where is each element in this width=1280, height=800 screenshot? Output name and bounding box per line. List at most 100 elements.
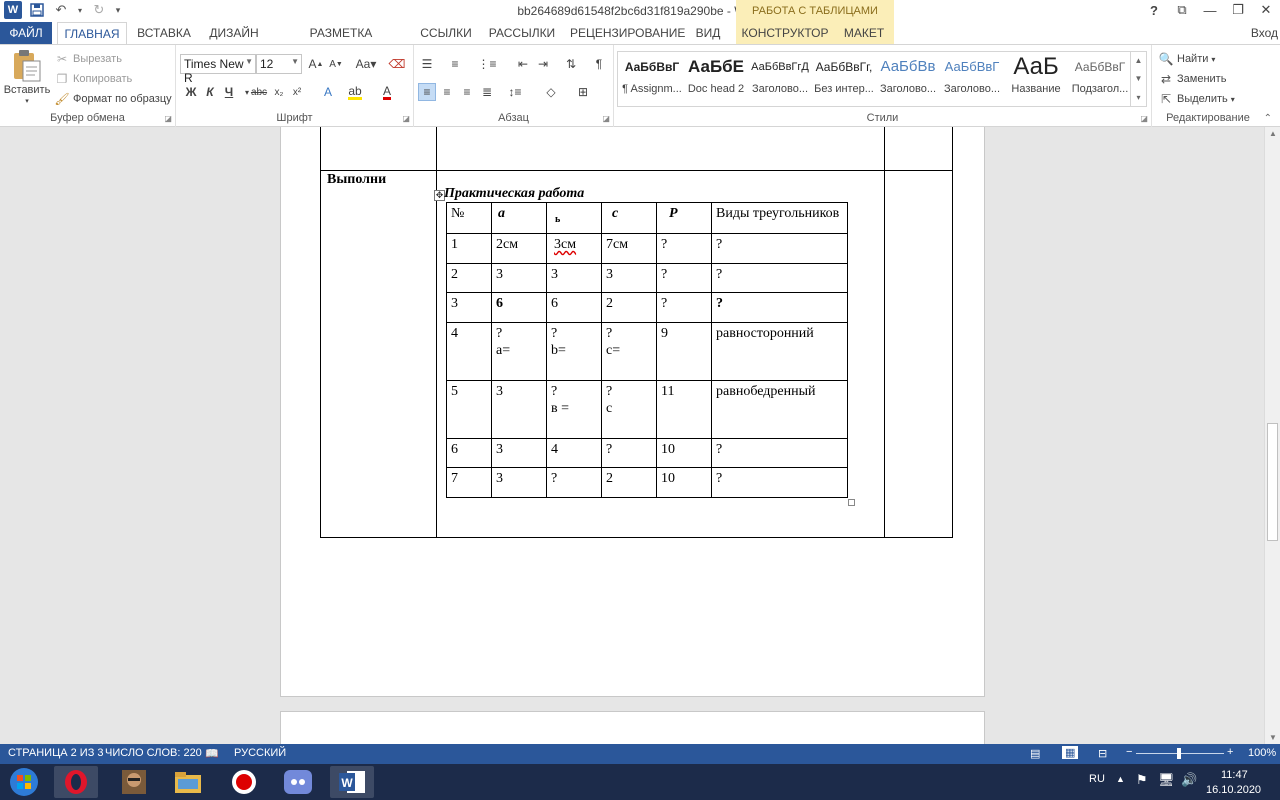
more-styles-icon[interactable]: ▾	[1136, 93, 1140, 102]
grow-font-icon[interactable]: A ▲	[307, 55, 325, 73]
align-center-icon[interactable]: ≡	[438, 83, 456, 101]
table-cell[interactable]: ?	[711, 467, 848, 498]
find-button[interactable]: 🔍 Найти ▾	[1158, 51, 1216, 67]
tab-home[interactable]: ГЛАВНАЯ	[57, 22, 127, 44]
zoom-out-icon[interactable]: −	[1126, 746, 1132, 758]
practical-work-heading[interactable]: Практическая работа	[444, 186, 584, 202]
print-layout-icon[interactable]: ▦	[1062, 746, 1079, 759]
bold-button[interactable]: Ж	[182, 83, 200, 101]
table-cell[interactable]: 4	[446, 322, 492, 381]
table-cell[interactable]: ?	[656, 263, 712, 293]
table-header-cell[interactable]: Виды треугольников	[711, 202, 848, 234]
italic-button[interactable]: К	[201, 83, 219, 101]
copy-button[interactable]: ❐ Копировать	[54, 71, 133, 87]
tab-design[interactable]: ДИЗАЙН	[203, 22, 265, 44]
paste-button[interactable]: Вставить ▾	[4, 49, 50, 105]
table-cell[interactable]: 4	[546, 438, 602, 468]
cut-button[interactable]: ✂ Вырезать	[54, 51, 122, 67]
table-cell[interactable]: 7см	[601, 233, 657, 264]
discord-taskbar-icon[interactable]	[276, 766, 320, 798]
chevron-up-icon[interactable]: ▲	[1265, 129, 1280, 138]
table-cell[interactable]: ?	[656, 233, 712, 264]
table-cell[interactable]: ? в =	[546, 380, 602, 439]
word-count[interactable]: ЧИСЛО СЛОВ: 220	[105, 747, 202, 759]
start-button[interactable]	[2, 766, 46, 798]
clock-date[interactable]: 16.10.2020	[1206, 784, 1261, 796]
table-cell[interactable]: ?	[711, 263, 848, 293]
sort-icon[interactable]: ⇅	[562, 55, 580, 73]
table-cell[interactable]: 3	[601, 263, 657, 293]
opera-taskbar-icon[interactable]	[54, 766, 98, 798]
clock-time[interactable]: 11:47	[1221, 769, 1248, 781]
table-cell[interactable]: 2	[601, 292, 657, 323]
read-mode-icon[interactable]: ▤	[1030, 747, 1040, 760]
shading-icon[interactable]: ◇	[542, 83, 560, 101]
collapse-ribbon-icon[interactable]: ⌃	[1264, 113, 1272, 124]
tab-insert[interactable]: ВСТАВКА	[133, 22, 195, 44]
table-cell[interactable]: 9	[656, 322, 712, 381]
table-cell[interactable]: ? c=	[601, 322, 657, 381]
zoom-in-icon[interactable]: +	[1227, 746, 1233, 758]
scroll-thumb[interactable]	[1267, 423, 1278, 541]
highlight-icon[interactable]: ab	[346, 83, 364, 101]
ribbon-display-icon[interactable]: ⧉	[1174, 2, 1190, 18]
style-title[interactable]: АаБ Название	[1004, 51, 1068, 105]
table-cell[interactable]: 3	[446, 292, 492, 323]
tab-mailings[interactable]: РАССЫЛКИ	[486, 22, 558, 44]
table-cell[interactable]: ? a=	[491, 322, 547, 381]
tab-table-layout[interactable]: МАКЕТ	[841, 22, 887, 44]
table-cell[interactable]: ? с	[601, 380, 657, 439]
table-cell[interactable]: 3	[491, 263, 547, 293]
game-taskbar-icon[interactable]	[112, 766, 156, 798]
page-3[interactable]	[280, 711, 985, 744]
table-cell[interactable]: 5	[446, 380, 492, 439]
table-cell[interactable]: равнобедренный	[711, 380, 848, 439]
subscript-icon[interactable]: x₂	[270, 83, 288, 101]
font-name-box[interactable]: Times New R ▼	[180, 54, 256, 85]
recorder-taskbar-icon[interactable]	[222, 766, 266, 798]
input-language[interactable]: RU	[1089, 773, 1105, 785]
chevron-down-icon[interactable]: ▼	[1265, 733, 1280, 742]
styles-scroll[interactable]: ▲ ▼ ▾	[1130, 51, 1146, 107]
format-painter-button[interactable]: 🖌 Формат по образцу	[54, 91, 171, 107]
table-cell[interactable]: 6	[491, 292, 547, 323]
table-header-cell[interactable]: P	[656, 202, 712, 234]
style-subtitle[interactable]: АаБбВвГ Подзагол...	[1068, 51, 1132, 105]
chevron-up-icon[interactable]: ▲	[1135, 56, 1143, 65]
style-doc-head-2[interactable]: АаБбЕ Doc head 2	[684, 51, 748, 105]
underline-button[interactable]: Ч	[220, 83, 238, 101]
restore-icon[interactable]: ❐	[1230, 2, 1246, 18]
tab-page-layout[interactable]: РАЗМЕТКА СТРАНИЦЫ	[276, 22, 406, 62]
change-case-icon[interactable]: Aa▾	[353, 55, 379, 73]
zoom-level[interactable]: 100%	[1248, 747, 1276, 759]
proofing-icon[interactable]: 📖	[205, 747, 219, 760]
table-cell[interactable]: ?	[601, 438, 657, 468]
show-hidden-icons-icon[interactable]: ▲	[1116, 774, 1125, 784]
zoom-slider-thumb[interactable]	[1177, 748, 1181, 759]
table-cell[interactable]: 1	[446, 233, 492, 264]
table-cell[interactable]: 6	[546, 292, 602, 323]
table-cell[interactable]: 3	[491, 467, 547, 498]
table-resize-handle[interactable]	[848, 499, 855, 506]
table-cell[interactable]: 3	[491, 438, 547, 468]
style-heading-2[interactable]: АаБбВв Заголово...	[876, 51, 940, 105]
table-cell[interactable]: ?	[656, 292, 712, 323]
table-cell[interactable]: 7	[446, 467, 492, 498]
strikethrough-icon[interactable]: abc	[250, 83, 268, 101]
table-cell[interactable]: равносторонний	[711, 322, 848, 381]
decrease-indent-icon[interactable]: ⇤	[514, 55, 532, 73]
style-no-spacing[interactable]: АаБбВвГг, Без интер...	[812, 51, 876, 105]
align-left-icon[interactable]: ≡	[418, 83, 436, 101]
tab-review[interactable]: РЕЦЕНЗИРОВАНИЕ	[570, 22, 685, 44]
increase-indent-icon[interactable]: ⇥	[534, 55, 552, 73]
sign-in-link[interactable]: Вход	[1251, 22, 1278, 44]
shrink-font-icon[interactable]: A ▼	[327, 55, 345, 73]
minimize-icon[interactable]: —	[1202, 2, 1218, 18]
language-indicator[interactable]: РУССКИЙ	[234, 747, 286, 759]
table-cell[interactable]: 2	[446, 263, 492, 293]
table-header-cell[interactable]: №	[446, 202, 492, 234]
multilevel-list-icon[interactable]: ⋮≡	[478, 55, 497, 73]
dialog-launcher-icon[interactable]: ◪	[402, 114, 410, 123]
table-cell[interactable]: 6	[446, 438, 492, 468]
borders-icon[interactable]: ⊞	[574, 83, 592, 101]
